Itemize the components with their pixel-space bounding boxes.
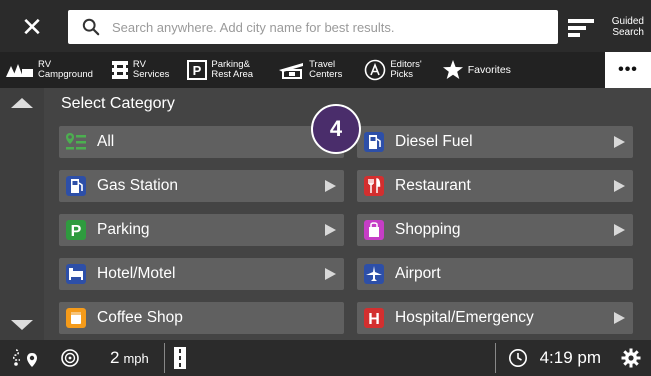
category-parking-label: Parking bbox=[97, 221, 150, 238]
rv-campground-icon bbox=[4, 61, 34, 79]
settings-button[interactable] bbox=[621, 340, 641, 376]
shortcut-rv-campground[interactable]: RV Campground bbox=[4, 52, 93, 88]
scroll-down-arrow-icon[interactable] bbox=[11, 320, 33, 330]
gas-station-icon bbox=[65, 175, 87, 197]
chevron-right-icon bbox=[614, 224, 625, 236]
speedometer-icon-wrap bbox=[60, 340, 80, 376]
rv-campground-label: RV Campground bbox=[38, 59, 93, 80]
svg-text:P: P bbox=[193, 63, 202, 78]
clock-icon bbox=[508, 349, 527, 367]
travel-centers-label: Travel Centers bbox=[309, 59, 343, 80]
parking-rest-area-icon: P bbox=[187, 60, 208, 80]
current-time: 4:19 pm bbox=[539, 348, 601, 367]
category-parking-button[interactable]: P Parking bbox=[59, 214, 344, 246]
category-coffee-shop-label: Coffee Shop bbox=[97, 309, 183, 326]
chevron-right-icon bbox=[614, 136, 625, 148]
guided-search-label: Guided Search bbox=[611, 16, 644, 38]
speed-unit: mph bbox=[123, 350, 149, 366]
category-hospital-emergency-button[interactable]: H Hospital/Emergency bbox=[357, 302, 633, 334]
status-bar: 2 mph 4:19 pm bbox=[0, 340, 651, 376]
hospital-icon: H bbox=[363, 307, 385, 329]
category-restaurant-button[interactable]: Restaurant bbox=[357, 170, 633, 202]
category-all-button[interactable]: All bbox=[59, 126, 344, 158]
scroll-up-arrow-icon[interactable] bbox=[11, 98, 33, 108]
category-airport-button[interactable]: Airport bbox=[357, 258, 633, 290]
all-list-icon bbox=[65, 131, 87, 153]
search-input[interactable] bbox=[110, 18, 554, 36]
travel-centers-icon bbox=[277, 60, 305, 80]
shortcut-rv-services[interactable]: RV Services bbox=[111, 52, 169, 88]
more-options-button[interactable]: ••• bbox=[605, 52, 651, 88]
status-divider bbox=[164, 343, 165, 373]
road-lane-icon bbox=[174, 347, 186, 369]
speedometer-icon bbox=[61, 349, 79, 367]
category-gas-station-button[interactable]: Gas Station bbox=[59, 170, 344, 202]
restaurant-icon bbox=[363, 175, 385, 197]
category-all-label: All bbox=[97, 133, 115, 150]
diesel-fuel-icon bbox=[363, 131, 385, 153]
shortcut-parking-rest-area[interactable]: P Parking& Rest Area bbox=[187, 52, 253, 88]
route-waypoint-button[interactable] bbox=[12, 340, 52, 376]
step-number-badge: 4 bbox=[311, 104, 361, 154]
category-shopping-label: Shopping bbox=[395, 221, 461, 238]
search-box[interactable] bbox=[68, 10, 558, 44]
chevron-right-icon bbox=[325, 224, 336, 236]
shopping-icon bbox=[363, 219, 385, 241]
category-restaurant-label: Restaurant bbox=[395, 177, 471, 194]
chevron-right-icon bbox=[325, 180, 336, 192]
category-hospital-emergency-label: Hospital/Emergency bbox=[395, 309, 534, 326]
category-hotel-motel-label: Hotel/Motel bbox=[97, 265, 176, 282]
shortcut-editors-picks[interactable]: Editors' Picks bbox=[364, 52, 422, 88]
category-hotel-motel-button[interactable]: Hotel/Motel bbox=[59, 258, 344, 290]
speed-value: 2 bbox=[110, 348, 120, 367]
lane-assist-button[interactable] bbox=[173, 340, 187, 376]
shortcut-favorites[interactable]: Favorites bbox=[442, 52, 511, 88]
route-waypoint-icon bbox=[13, 349, 37, 367]
parking-rest-area-label: Parking& Rest Area bbox=[211, 59, 254, 80]
editors-picks-icon bbox=[364, 59, 386, 81]
clock-display: 4:19 pm bbox=[508, 340, 601, 376]
guided-search-list-icon bbox=[568, 19, 594, 37]
hotel-bed-icon bbox=[65, 263, 87, 285]
gear-icon bbox=[621, 348, 641, 368]
guided-search-button[interactable]: Guided Search bbox=[562, 10, 651, 44]
status-divider bbox=[494, 343, 496, 373]
speed-display: 2 mph bbox=[110, 340, 164, 376]
category-gas-station-label: Gas Station bbox=[97, 177, 178, 194]
favorites-label: Favorites bbox=[467, 64, 511, 76]
coffee-icon bbox=[65, 307, 87, 329]
category-diesel-fuel-label: Diesel Fuel bbox=[395, 133, 473, 150]
shortcut-travel-centers[interactable]: Travel Centers bbox=[277, 52, 342, 88]
close-button[interactable]: ✕ bbox=[12, 10, 52, 44]
svg-text:H: H bbox=[368, 311, 380, 328]
rv-services-label: RV Services bbox=[132, 59, 170, 80]
rv-services-icon bbox=[111, 60, 129, 80]
chevron-right-icon bbox=[614, 312, 625, 324]
chevron-right-icon bbox=[325, 268, 336, 280]
top-bar: ✕ Guided Search bbox=[0, 0, 651, 52]
editors-picks-label: Editors' Picks bbox=[390, 59, 422, 80]
category-airport-label: Airport bbox=[395, 265, 441, 282]
chevron-right-icon bbox=[614, 180, 625, 192]
airport-icon bbox=[363, 263, 385, 285]
svg-text:P: P bbox=[71, 223, 82, 240]
search-icon bbox=[82, 18, 100, 36]
scroll-column bbox=[0, 88, 44, 340]
section-title: Select Category bbox=[61, 95, 175, 112]
category-shortcut-strip: RV Campground RV Services P Parking& Res… bbox=[0, 52, 651, 88]
parking-icon: P bbox=[65, 219, 87, 241]
category-shopping-button[interactable]: Shopping bbox=[357, 214, 633, 246]
category-diesel-fuel-button[interactable]: Diesel Fuel bbox=[357, 126, 633, 158]
favorites-star-icon bbox=[442, 59, 464, 81]
category-coffee-shop-button[interactable]: Coffee Shop bbox=[59, 302, 344, 334]
